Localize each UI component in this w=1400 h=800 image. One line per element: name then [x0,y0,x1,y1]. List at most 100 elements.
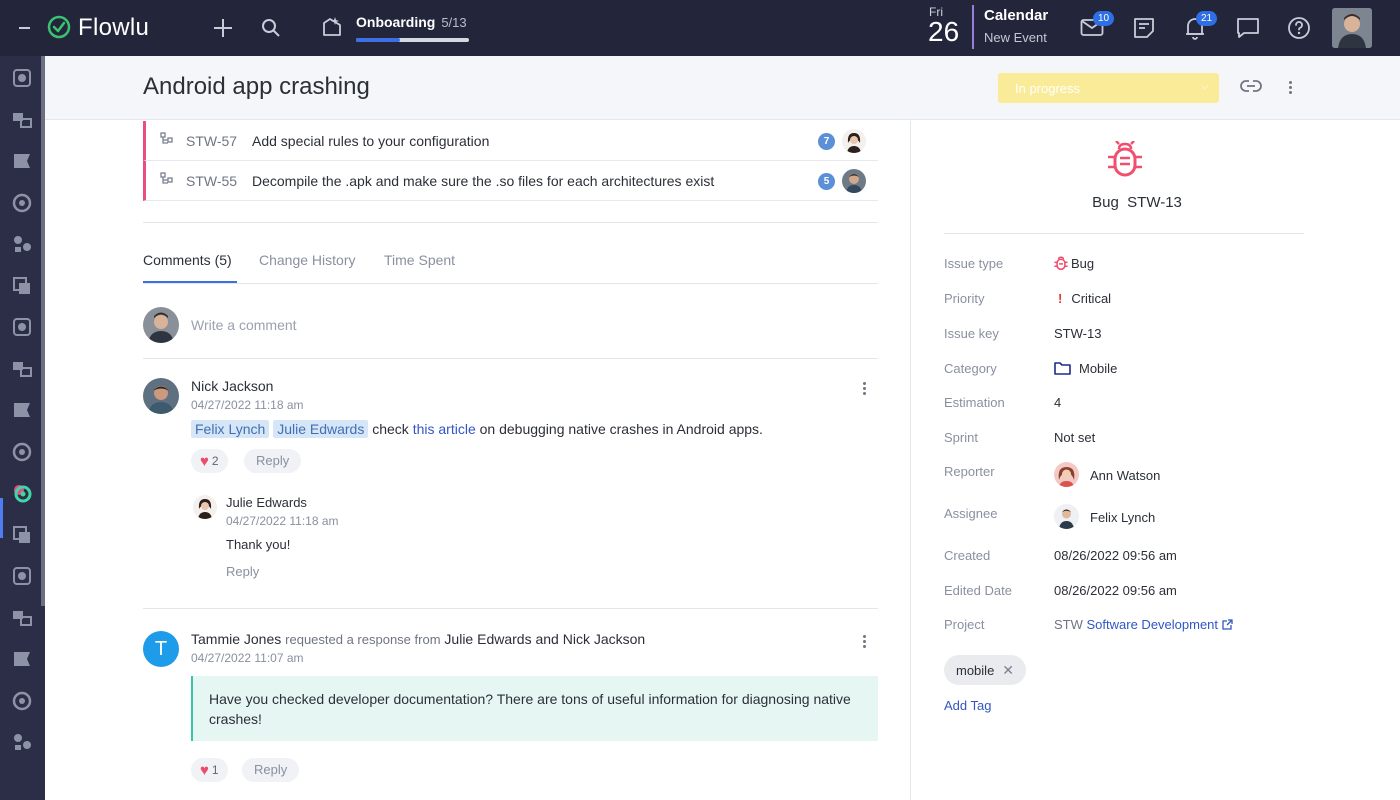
agile-projects-icon[interactable] [11,482,33,504]
search-icon[interactable] [261,18,281,43]
category-value[interactable]: Mobile [1054,361,1117,376]
issue-key-label: Issue key [944,326,999,341]
issue-type-text: Bug [1071,256,1095,271]
more-options-icon[interactable] [1289,81,1293,96]
reply-button[interactable]: Reply [242,758,300,782]
panel-divider [944,233,1304,234]
created-value: 08/26/2022 09:56 am [1054,548,1177,563]
remove-tag-icon[interactable]: ✕ [1002,662,1014,678]
estimation-value[interactable]: 4 [1054,395,1061,410]
subtask-key: STW-57 [186,133,238,149]
sprint-value[interactable]: Not set [1054,430,1095,445]
subtask-assignee-avatar [842,129,866,153]
processes-icon[interactable] [11,441,33,463]
top-bar: Flowlu Onboarding 5/13 Fri 26 Calendar Ne… [0,0,1400,56]
mention[interactable]: Julie Edwards [273,420,369,438]
finance-icon[interactable] [11,192,33,214]
priority-value[interactable]: ! Critical [1054,291,1111,306]
mention[interactable]: Felix Lynch [191,420,270,438]
reporter-label: Reporter [944,464,995,479]
issue-details-panel: Bug STW-13 Issue type Bug Priority ! Crit… [910,121,1400,800]
assignee-label: Assignee [944,506,998,521]
reply-date: 04/27/2022 11:18 am [226,514,339,528]
requested-user[interactable]: Nick Jackson [563,631,645,647]
chat-icon[interactable] [1236,17,1260,44]
tab-comments[interactable]: Comments (5) [143,252,232,268]
tag-chip[interactable]: mobile ✕ [944,655,1027,685]
like-button[interactable]: ♥ 1 [191,758,228,782]
add-tag-button[interactable]: Add Tag [944,698,991,713]
notes-icon[interactable] [1132,16,1156,45]
knowledge-icon[interactable] [11,233,33,255]
article-link[interactable]: this article [413,421,476,437]
more-apps-icon[interactable] [11,731,33,753]
assignee-name[interactable]: Felix Lynch [1090,510,1155,525]
page-header: Android app crashing In progress ⌵ [45,56,1400,120]
flowlu-logo-icon[interactable] [47,15,71,44]
heart-icon: ♥ [200,762,209,779]
project-link[interactable]: Software Development [1087,617,1219,632]
estimation-label: Estimation [944,395,1005,410]
reply-button[interactable]: Reply [226,564,259,579]
comment-menu-icon[interactable] [863,635,867,650]
team-icon[interactable] [11,358,33,380]
subtask-row[interactable]: STW-55 Decompile the .apk and make sure … [143,161,878,201]
agile-icon[interactable] [11,275,33,297]
reporter-name[interactable]: Ann Watson [1090,468,1160,483]
app-logo-text[interactable]: Flowlu [78,14,149,42]
subtask-title[interactable]: Add special rules to your configuration [252,133,489,149]
status-value: In progress [1015,81,1081,96]
pages-icon[interactable] [11,565,33,587]
issue-key-label: STW-13 [1127,194,1182,211]
status-select[interactable]: In progress ⌵ [998,73,1219,103]
bug-icon [1054,256,1068,271]
sprint-label: Sprint [944,430,978,445]
tab-change-history[interactable]: Change History [259,252,356,268]
requested-user[interactable]: Julie Edwards [444,631,531,647]
user-avatar[interactable] [1332,8,1372,48]
issue-type-value[interactable]: Bug [1054,256,1094,271]
subtask-assignee-avatar [842,169,866,193]
subtask-row[interactable]: STW-57 Add special rules to your configu… [143,121,878,161]
customers-icon[interactable] [11,690,33,712]
issue-main: STW-57 Add special rules to your configu… [45,121,910,800]
documents-icon[interactable] [11,316,33,338]
projects-icon[interactable] [11,109,33,131]
link-icon[interactable] [1240,79,1262,98]
crm-icon[interactable] [11,67,33,89]
reporter-avatar [1054,462,1079,487]
workflow-icon[interactable] [11,524,33,546]
new-event-link[interactable]: New Event [984,30,1047,45]
mail-module-icon[interactable] [11,399,33,421]
subtask-title[interactable]: Decompile the .apk and make sure the .so… [252,173,714,189]
issue-type-name: Bug [1092,194,1119,211]
bots-icon[interactable] [11,607,33,629]
comment-menu-icon[interactable] [863,382,867,397]
like-count: 1 [211,763,219,777]
section-divider [143,222,878,223]
tab-time-spent[interactable]: Time Spent [384,252,455,268]
active-tab-indicator [143,281,237,283]
reply-author[interactable]: Julie Edwards [226,495,307,510]
bug-icon [1107,140,1143,184]
like-button[interactable]: ♥ 2 [191,449,228,473]
like-count: 2 [211,454,219,468]
comment-action: requested a response from [285,632,441,647]
help-icon[interactable] [1287,16,1311,45]
calls-icon[interactable] [11,648,33,670]
tasks-icon[interactable] [11,150,33,172]
comment-author-avatar [143,378,179,414]
menu-icon[interactable] [19,20,37,41]
calendar-title[interactable]: Calendar [984,7,1048,24]
reply-button[interactable]: Reply [244,449,302,473]
onboarding-widget[interactable]: Onboarding 5/13 [356,14,467,32]
plus-icon[interactable] [213,18,233,43]
date-day: 26 [928,16,960,47]
comment-author[interactable]: Nick Jackson [191,378,273,394]
onboarding-icon[interactable] [320,15,344,44]
external-link-icon[interactable] [1222,619,1233,630]
calendar-divider [972,5,974,49]
comment-text: check [372,421,409,437]
comment-input[interactable]: Write a comment [191,317,297,333]
comment-author[interactable]: Tammie Jones [191,631,281,647]
